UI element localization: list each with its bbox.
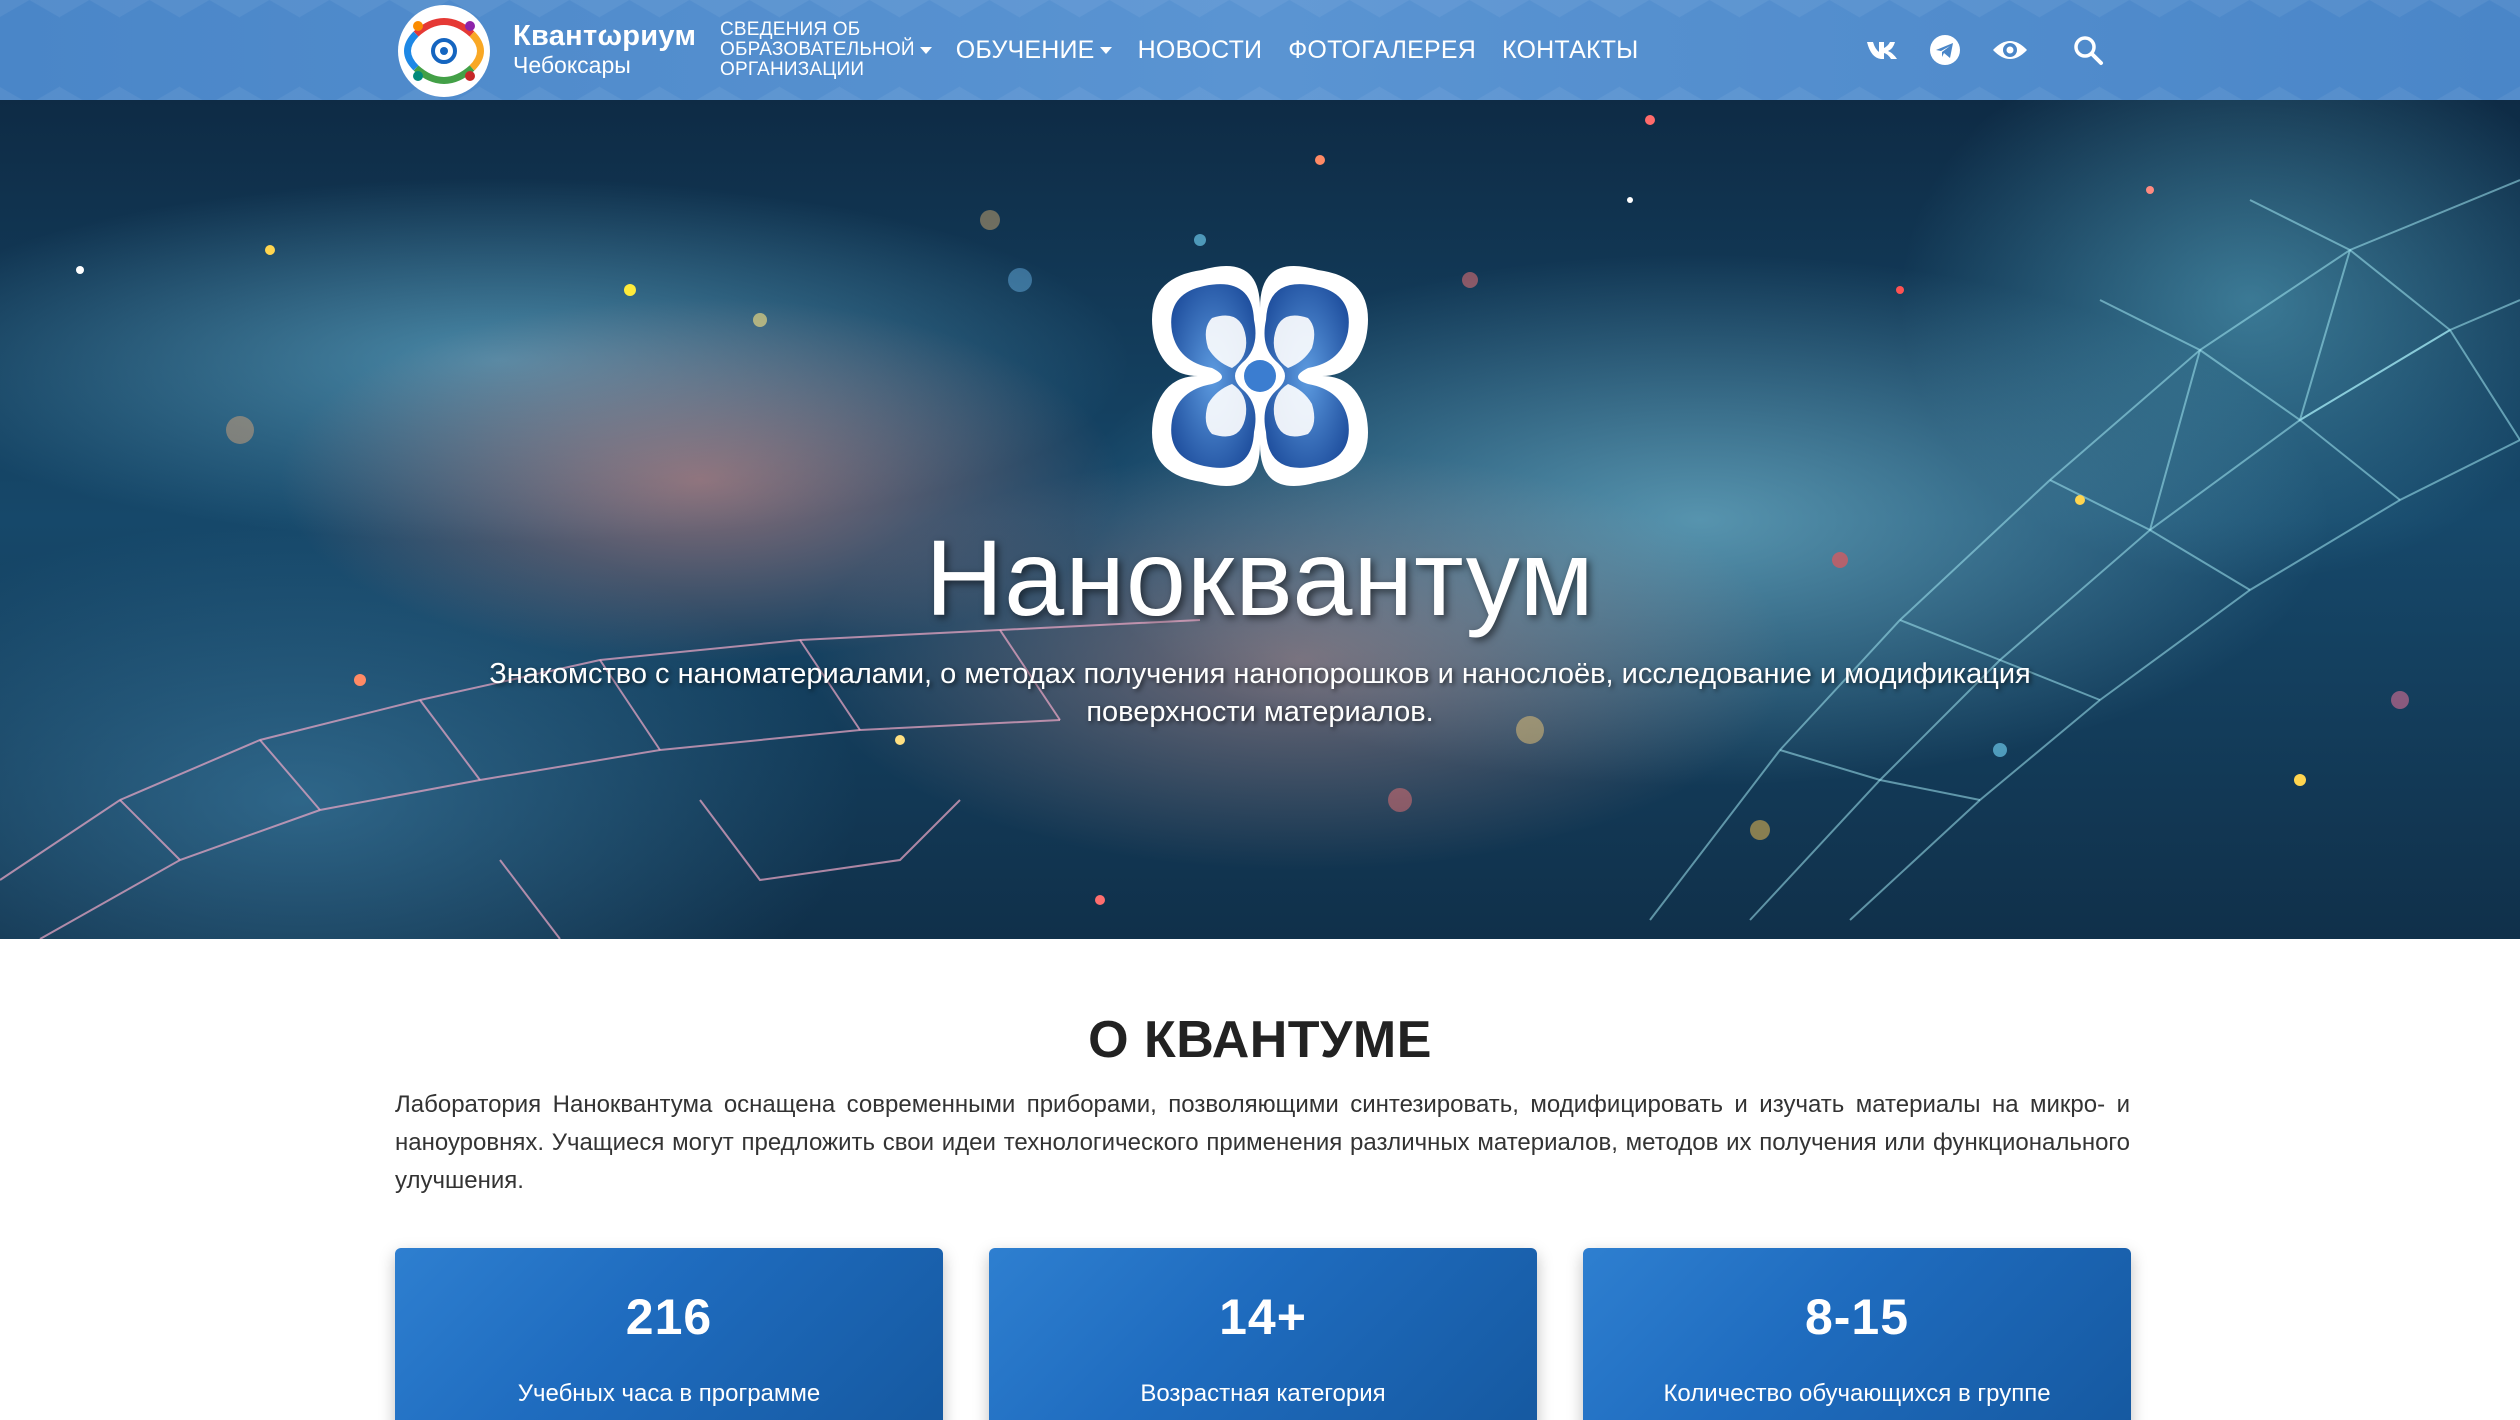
stat-value: 8-15: [1804, 1289, 1910, 1345]
hero-banner: Наноквантум Знакомство с наноматериалами…: [0, 100, 2520, 939]
main-nav: СВЕДЕНИЯ ОБ ОБРАЗОВАТЕЛЬНОЙ ОРГАНИЗАЦИИ …: [720, 0, 1665, 100]
chevron-down-icon: [919, 46, 932, 54]
search-icon[interactable]: [2068, 30, 2108, 70]
brand-name: Квантωриум: [513, 20, 697, 52]
about-description: Лаборатория Наноквантума оснащена соврем…: [395, 1091, 2130, 1194]
nav-item-contacts[interactable]: КОНТАКТЫ: [1502, 36, 1638, 65]
eye-icon[interactable]: [1990, 30, 2030, 70]
stat-value: 14+: [1219, 1289, 1307, 1345]
stat-card-hours: 216 Учебных часа в программе: [395, 1248, 943, 1420]
stat-label: Возрастная категория: [1140, 1380, 1386, 1407]
nav-education-label: ОБУЧЕНИЕ: [955, 35, 1095, 64]
nav-info-line3: ОРГАНИЗАЦИИ: [720, 59, 865, 80]
kvantorium-logo[interactable]: [394, 4, 494, 98]
nav-info-line2: ОБРАЗОВАТЕЛЬНОЙ: [720, 39, 915, 60]
vk-icon[interactable]: [1862, 30, 1902, 70]
telegram-icon[interactable]: [1925, 30, 1965, 70]
stat-label: Количество обучающихся в группе: [1663, 1380, 2051, 1407]
nav-info-line1: СВЕДЕНИЯ ОБ: [720, 19, 861, 40]
nanoquantum-logo: [1152, 265, 1368, 487]
chevron-down-icon: [1099, 46, 1112, 54]
nav-item-gallery[interactable]: ФОТОГАЛЕРЕЯ: [1288, 36, 1476, 65]
nav-item-news[interactable]: НОВОСТИ: [1138, 36, 1263, 65]
stat-card-age: 14+ Возрастная категория: [989, 1248, 1537, 1420]
page-title: Наноквантум: [925, 517, 1595, 638]
brand-city: Чебоксары: [513, 52, 631, 78]
nav-item-education[interactable]: ОБУЧЕНИЕ: [956, 36, 1112, 65]
stat-value: 216: [625, 1289, 713, 1345]
section-title-about: О КВАНТУМЕ: [1088, 1011, 1432, 1069]
nav-item-organization-info[interactable]: СВЕДЕНИЯ ОБ ОБРАЗОВАТЕЛЬНОЙ ОРГАНИЗАЦИИ: [720, 20, 932, 80]
stat-label: Учебных часа в программе: [517, 1380, 821, 1407]
brand[interactable]: Квантωриум Чебоксары: [513, 20, 696, 78]
stat-card-group-size: 8-15 Количество обучающихся в группе: [1583, 1248, 2131, 1420]
hero-subtitle: Знакомство с наноматериалами, о методах …: [489, 658, 2031, 728]
site-header: Квантωриум Чебоксары СВЕДЕНИЯ ОБ ОБРАЗОВ…: [0, 0, 2520, 100]
